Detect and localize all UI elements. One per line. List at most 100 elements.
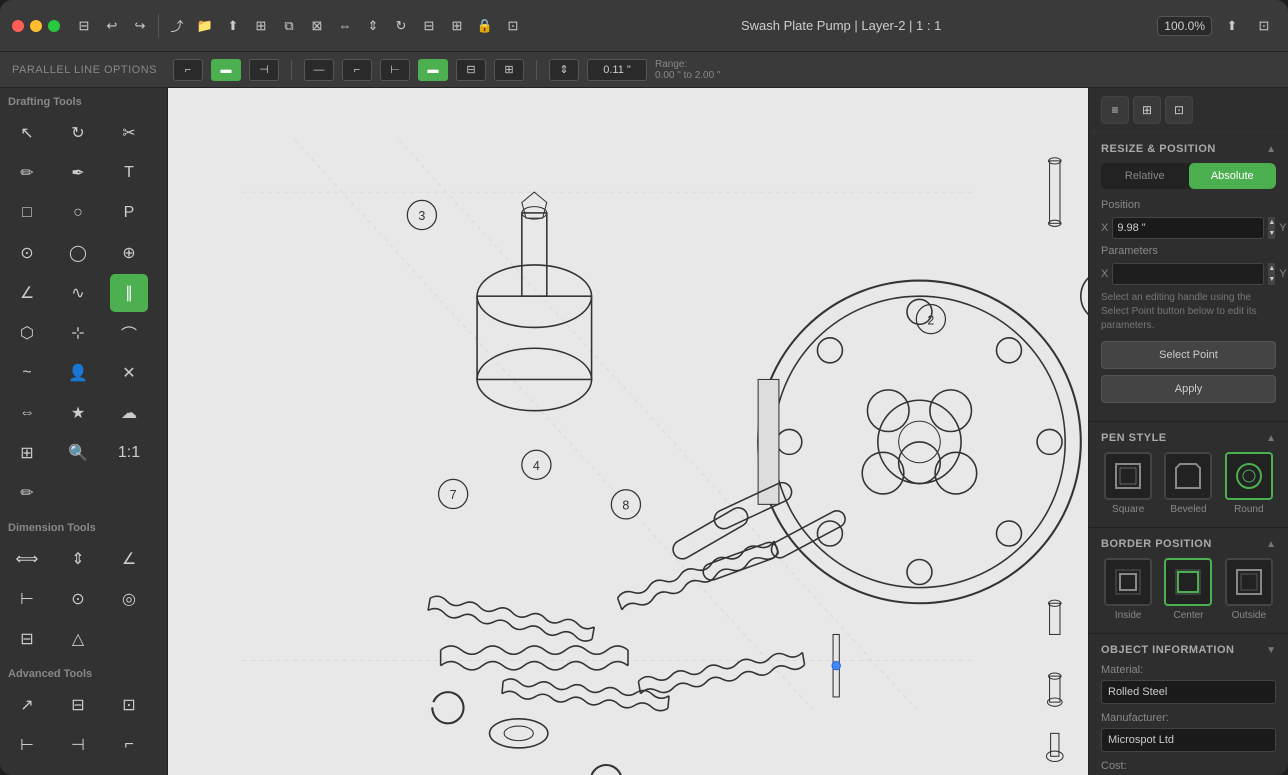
border-position-collapse-icon[interactable]: ▲ [1266,539,1276,550]
tool-hexagon[interactable]: ⬡ [8,314,46,352]
position-x-down[interactable]: ▼ [1268,228,1275,239]
folder-icon[interactable]: 📁 [193,14,217,38]
tool-dim-horiz[interactable]: ⟺ [8,540,46,578]
params-x-input[interactable] [1112,263,1264,285]
tool-dim-multi[interactable]: ⊟ [8,620,46,658]
tool-dim-triangle[interactable]: △ [59,620,97,658]
resize-position-header[interactable]: RESIZE & POSITION ▲ [1089,133,1288,163]
tool-rotate[interactable]: ↻ [59,114,97,152]
line-style-2[interactable]: ⌐ [342,59,372,81]
tool-adv-break[interactable]: ⊥ [110,766,148,775]
line-style-1[interactable]: — [304,59,334,81]
resize-collapse-icon[interactable]: ▲ [1266,144,1276,155]
tool-line-active[interactable]: ∥ [110,274,148,312]
tool-angle[interactable]: ∠ [8,274,46,312]
tool-adv-crop[interactable]: ⊡ [110,686,148,724]
line-option-fill[interactable]: ▬ [211,59,241,81]
tool-cross[interactable]: ✕ [110,354,148,392]
close-button[interactable] [12,20,24,32]
pen-style-header[interactable]: PEN STYLE ▲ [1089,422,1288,452]
tool-dim-edit[interactable]: ⊢ [8,580,46,618]
tool-scale[interactable]: 1:1 [110,434,148,472]
minimize-button[interactable] [30,20,42,32]
tool-circle[interactable]: ○ [59,194,97,232]
tool-adv-join[interactable]: ⊢ [8,726,46,764]
tool-signature[interactable]: ~ [8,354,46,392]
tool-star[interactable]: ★ [59,394,97,432]
tool-adv-rect2[interactable]: ⊟ [59,686,97,724]
canvas-area[interactable]: 3 12 2 4 7 8 [168,88,1088,775]
line-style-6[interactable]: ⊞ [494,59,524,81]
tool-adv-corner[interactable]: ⌐ [110,726,148,764]
tool-adv-scissors2[interactable]: ✂ [59,766,97,775]
undo-icon[interactable]: ↩ [100,14,124,38]
tool-node[interactable]: ⊹ [59,314,97,352]
relative-btn[interactable]: Relative [1101,163,1189,189]
object-info-collapse-icon[interactable]: ▼ [1266,645,1276,656]
params-x-down[interactable]: ▼ [1268,274,1275,285]
flip-h-icon[interactable]: ⇔ [333,14,357,38]
tool-adv-select[interactable]: ↗ [8,686,46,724]
rotate-icon[interactable]: ↻ [389,14,413,38]
tool-bubble[interactable]: ◯ [59,234,97,272]
tool-align2[interactable]: ⇔ [8,394,46,432]
grid-icon[interactable]: ⊞ [249,14,273,38]
tool-rect[interactable]: □ [8,194,46,232]
tool-snap[interactable]: ⊞ [8,434,46,472]
tool-dim-vert[interactable]: ⇕ [59,540,97,578]
tool-dim-angle[interactable]: ∠ [110,540,148,578]
mirror-icon[interactable]: ⊟ [417,14,441,38]
line-style-5[interactable]: ⊟ [456,59,486,81]
table-icon[interactable]: ⊞ [445,14,469,38]
export-icon[interactable]: ⬆ [221,14,245,38]
panel-grid-icon[interactable]: ⊡ [1165,96,1193,124]
layers-icon[interactable]: ⊡ [501,14,525,38]
tool-pen[interactable]: ✒ [59,154,97,192]
share-icon[interactable]: ⤴ [165,14,189,38]
position-x-up[interactable]: ▲ [1268,217,1275,228]
pen-style-collapse-icon[interactable]: ▲ [1266,433,1276,444]
transform-icon[interactable]: ⊠ [305,14,329,38]
upload-icon[interactable]: ⬆ [1220,14,1244,38]
duplicate-icon[interactable]: ⧉ [277,14,301,38]
tool-dim-circle[interactable]: ⊙ [59,580,97,618]
tool-trim[interactable]: ✂ [110,114,148,152]
tool-zoom[interactable]: 🔍 [59,434,97,472]
line-style-4[interactable]: ▬ [418,59,448,81]
flip-v-icon[interactable]: ⇕ [361,14,385,38]
pen-option-round[interactable]: Round [1225,452,1273,515]
panel-menu-icon[interactable]: ≡ [1101,96,1129,124]
tool-text2[interactable]: P [110,194,148,232]
tool-person[interactable]: 👤 [59,354,97,392]
manufacturer-value[interactable]: Microspot Ltd [1101,728,1276,752]
line-width-input[interactable]: 0.11 " [587,59,647,81]
tool-brush[interactable]: ✏ [8,154,46,192]
lock-icon[interactable]: 🔒 [473,14,497,38]
tool-text-t[interactable]: T [110,154,148,192]
tool-cloud[interactable]: ☁ [110,394,148,432]
apply-btn[interactable]: Apply [1101,375,1276,403]
pen-option-beveled[interactable]: Beveled [1164,452,1212,515]
absolute-btn[interactable]: Absolute [1189,163,1277,189]
object-info-header[interactable]: OBJECT INFORMATION ▼ [1089,634,1288,664]
position-x-input[interactable]: 9.98 " [1112,217,1264,239]
tool-special[interactable]: ⊕ [110,234,148,272]
tool-target[interactable]: ⊙ [8,234,46,272]
border-option-inside[interactable]: Inside [1104,558,1152,621]
panel-layers-icon[interactable]: ⊞ [1133,96,1161,124]
tool-arc[interactable]: ⌒ [110,314,148,352]
line-option-dash[interactable]: ⊣ [249,59,279,81]
tool-select[interactable]: ↖ [8,114,46,152]
border-option-center[interactable]: Center [1164,558,1212,621]
redo-icon[interactable]: ↪ [128,14,152,38]
tool-dim-ring[interactable]: ◎ [110,580,148,618]
maximize-button[interactable] [48,20,60,32]
pen-option-square[interactable]: Square [1104,452,1152,515]
line-style-3[interactable]: ⊢ [380,59,410,81]
border-position-header[interactable]: BORDER POSITION ▲ [1089,528,1288,558]
line-width-icon[interactable]: ⇕ [549,59,579,81]
line-option-corner[interactable]: ⌐ [173,59,203,81]
tool-curve[interactable]: ∿ [59,274,97,312]
tool-pencil2[interactable]: ✏ [8,474,46,512]
tool-adv-scissors[interactable]: ✂ [8,766,46,775]
